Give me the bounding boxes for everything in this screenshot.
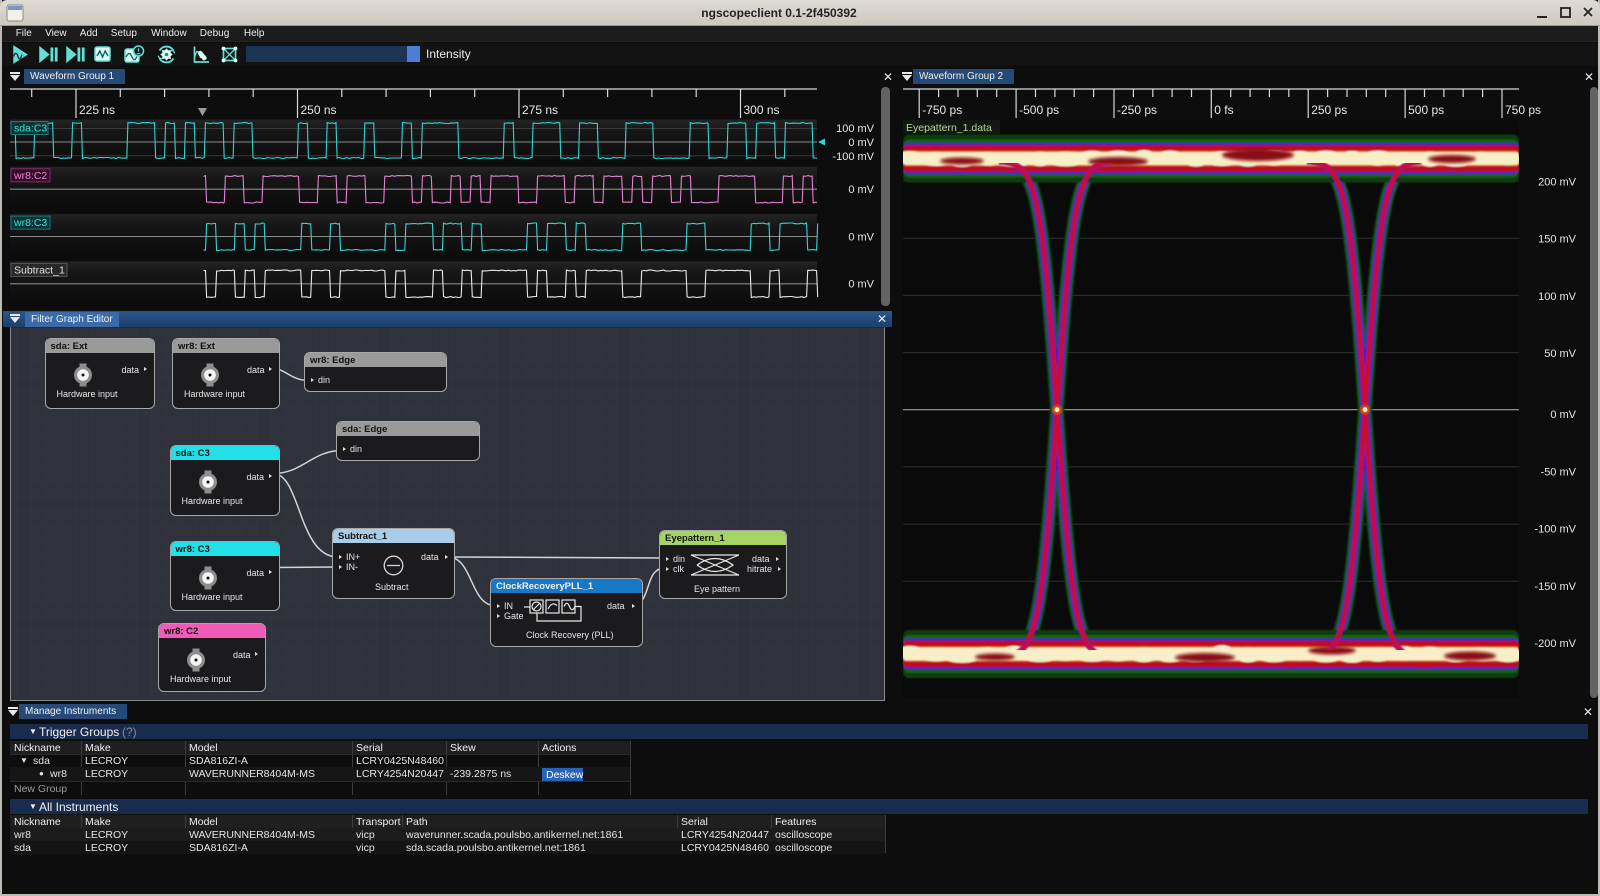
svg-text:-200 mV: -200 mV — [1534, 638, 1576, 650]
svg-text:-100 mV: -100 mV — [1534, 524, 1576, 536]
svg-text:275 ns: 275 ns — [522, 103, 558, 117]
svg-text:250 ps: 250 ps — [1311, 103, 1347, 117]
svg-text:-150 mV: -150 mV — [1534, 581, 1576, 593]
svg-text:0 mV: 0 mV — [1550, 409, 1576, 421]
svg-text:100 mV: 100 mV — [836, 123, 875, 135]
svg-text:750 ps: 750 ps — [1505, 103, 1541, 117]
svg-text:0 mV: 0 mV — [848, 279, 874, 291]
svg-text:200 mV: 200 mV — [1538, 177, 1577, 189]
svg-text:225 ns: 225 ns — [79, 103, 115, 117]
svg-text:-250 ps: -250 ps — [1117, 103, 1157, 117]
svg-text:-500 ps: -500 ps — [1019, 103, 1059, 117]
svg-text:0 mV: 0 mV — [848, 184, 874, 196]
svg-text:wr8:C3: wr8:C3 — [13, 217, 47, 229]
svg-text:100 mV: 100 mV — [1538, 291, 1577, 303]
svg-text:-750 ps: -750 ps — [922, 103, 962, 117]
svg-text:-50 mV: -50 mV — [1541, 466, 1577, 478]
svg-text:Eyepattern_1.data: Eyepattern_1.data — [906, 122, 992, 134]
svg-text:sda:C3: sda:C3 — [14, 123, 47, 135]
svg-text:250 ns: 250 ns — [301, 103, 337, 117]
svg-text:0 fs: 0 fs — [1214, 103, 1233, 117]
svg-text:0 mV: 0 mV — [848, 232, 874, 244]
svg-text:300 ns: 300 ns — [744, 103, 780, 117]
svg-text:150 mV: 150 mV — [1538, 234, 1577, 246]
svg-text:wr8:C2: wr8:C2 — [13, 170, 47, 182]
svg-text:Subtract_1: Subtract_1 — [14, 264, 65, 276]
svg-text:-100 mV: -100 mV — [832, 151, 874, 163]
svg-text:500 ps: 500 ps — [1408, 103, 1444, 117]
svg-text:50 mV: 50 mV — [1544, 348, 1576, 360]
svg-text:0 mV: 0 mV — [848, 137, 874, 149]
